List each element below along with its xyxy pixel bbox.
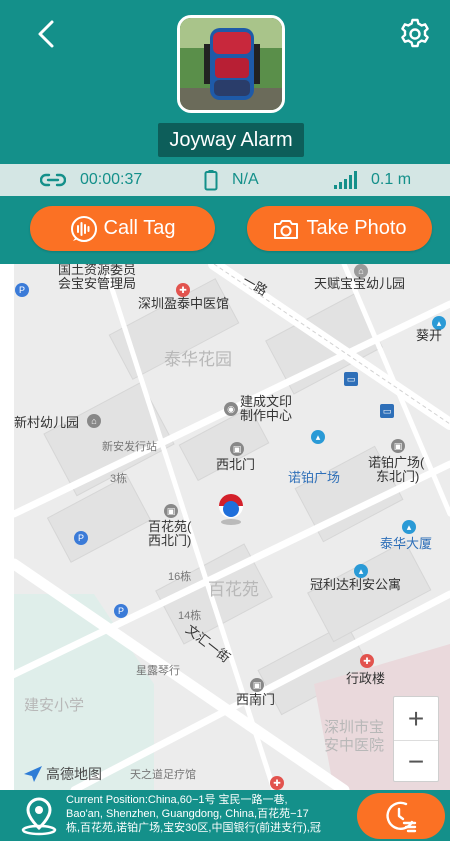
gate-icon[interactable]: ▣ (250, 678, 264, 692)
history-clock-icon (386, 801, 417, 833)
take-photo-label: Take Photo (306, 217, 407, 239)
gate-icon[interactable]: ▣ (230, 442, 244, 456)
gear-icon (401, 18, 429, 48)
call-tag-button[interactable]: Call Tag (30, 206, 215, 251)
bus-stop-icon[interactable]: ▭ (380, 404, 394, 418)
map-logo: 高德地图 (24, 764, 102, 784)
map-label: 建成文印 (240, 394, 293, 409)
map-label: 星露琴行 (136, 665, 180, 677)
map-label: 东北门) (376, 469, 420, 484)
sound-wave-icon (70, 215, 97, 242)
back-button[interactable] (30, 16, 66, 52)
map-label: 新安发行站 (102, 441, 157, 453)
current-address: Current Position:China,60−1号 宝民一路一巷, Bao… (66, 793, 352, 835)
map-label: 百花苑( (148, 519, 192, 534)
map-label: 制作中心 (240, 408, 293, 423)
map-label: 天之道足疗馆 (130, 769, 196, 781)
place-icon[interactable]: ▴ (402, 520, 416, 534)
chevron-left-icon (38, 20, 54, 48)
footer: Current Position:China,60−1号 宝民一路一巷, Bao… (0, 790, 450, 841)
backpack-image (180, 18, 282, 110)
hospital-icon[interactable]: ✚ (176, 283, 190, 297)
connection-status: 00:00:37 (40, 164, 142, 196)
status-bar: 00:00:37 N/A 0.1 m (0, 164, 450, 196)
battery-status: N/A (204, 164, 259, 196)
parking-icon[interactable]: P (15, 283, 29, 297)
map-area-label: 安中医院 (324, 737, 385, 754)
map-area-label: 深圳市宝 (324, 719, 385, 736)
zoom-control: + − (393, 696, 439, 782)
map-view[interactable]: P ✚ ⌂ ▴ ▭ ▭ ◉ ⌂ ▣ ▴ ▣ ▣ ▴ P ▴ P ✚ ▣ ✚ 国土… (14, 264, 450, 790)
map-label: 西北门 (216, 457, 256, 472)
map-label: 新村幼儿园 (14, 415, 80, 430)
signal-icon (334, 171, 357, 189)
device-name: Joyway Alarm (158, 123, 304, 157)
take-photo-button[interactable]: Take Photo (247, 206, 432, 251)
settings-button[interactable] (398, 17, 432, 51)
map-label: 16栋 (168, 571, 192, 583)
link-icon (40, 173, 66, 187)
school-icon[interactable]: ⌂ (87, 414, 101, 428)
map-label: 诺铂广场( (368, 455, 425, 470)
signal-status: 0.1 m (333, 164, 411, 196)
map-label: 14栋 (178, 610, 202, 622)
zoom-out-button[interactable]: − (394, 740, 438, 783)
map-label: 会宝安管理局 (58, 276, 137, 291)
map-label: 天赋宝宝幼儿园 (314, 276, 406, 291)
map-logo-text: 高德地图 (46, 766, 102, 782)
map-label: 西南门 (236, 692, 276, 707)
zoom-in-button[interactable]: + (394, 697, 438, 740)
connection-duration: 00:00:37 (80, 171, 143, 188)
header: Joyway Alarm (0, 0, 450, 164)
place-icon[interactable]: ▴ (354, 564, 368, 578)
call-tag-label: Call Tag (103, 217, 176, 239)
history-button[interactable] (357, 793, 445, 839)
map-label: 泰华大厦 (380, 536, 433, 551)
hospital-icon[interactable]: ✚ (360, 654, 374, 668)
map-label: 3栋 (110, 473, 128, 485)
map-label: 西北门) (148, 533, 192, 548)
parking-icon[interactable]: P (114, 604, 128, 618)
gate-icon[interactable]: ▣ (164, 504, 178, 518)
map-label: 行政楼 (346, 671, 386, 686)
address-line: Current Position:China,60−1号 宝民一路一巷, (66, 794, 288, 806)
gate-icon[interactable]: ▣ (391, 439, 405, 453)
address-line: 栋,百花苑,诺铂广场,宝安30区,中国银行(前进支行),冠 (66, 822, 321, 834)
hospital-icon[interactable]: ✚ (270, 776, 284, 790)
map-area-label: 泰华花园 (164, 350, 232, 369)
device-avatar[interactable] (177, 15, 285, 113)
parking-icon[interactable]: P (74, 531, 88, 545)
place-icon[interactable]: ▴ (311, 430, 325, 444)
map-area-label: 百花苑 (208, 580, 259, 599)
bus-stop-icon[interactable]: ▭ (344, 372, 358, 386)
print-shop-icon[interactable]: ◉ (224, 402, 238, 416)
map-label: 诺铂广场 (288, 470, 341, 485)
distance-value: 0.1 m (371, 171, 412, 188)
battery-value: N/A (232, 171, 259, 188)
map-label: 葵开 (416, 328, 443, 343)
map-label: 冠利达利安公寓 (310, 577, 402, 592)
map-label: 深圳盈泰中医馆 (138, 296, 230, 311)
address-line: Bao'an, Shenzhen, Guangdong, China,百花苑−1… (66, 808, 309, 820)
battery-icon (204, 170, 218, 191)
map-area-label: 建安小学 (24, 697, 85, 714)
action-row: Call Tag Take Photo (0, 196, 450, 264)
location-pin-icon (21, 797, 57, 836)
camera-icon (274, 219, 299, 239)
amap-logo-icon (24, 766, 42, 782)
